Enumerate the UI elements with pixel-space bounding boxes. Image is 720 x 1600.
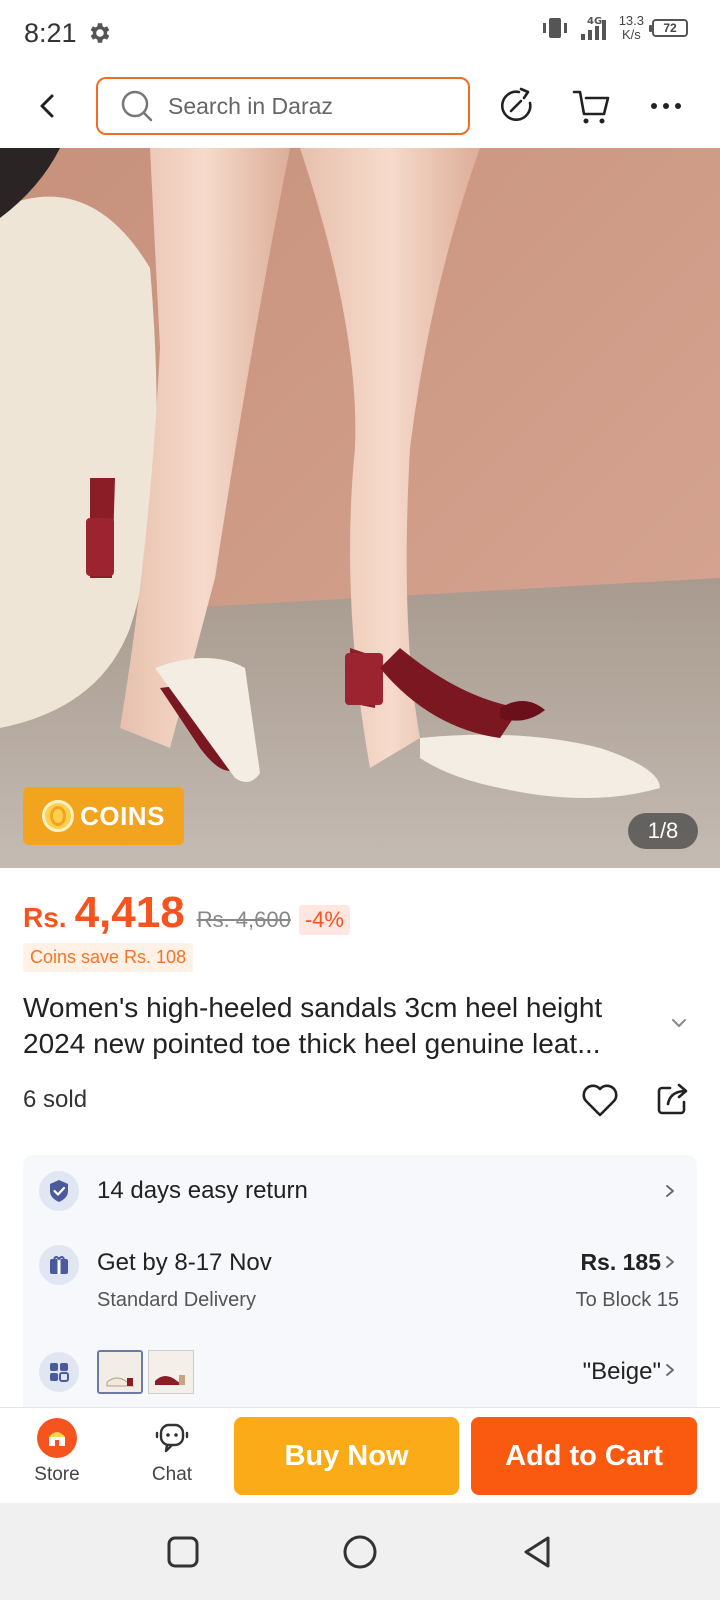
price-currency: Rs. (23, 902, 67, 933)
search-icon (121, 90, 153, 122)
share-icon[interactable] (654, 1080, 692, 1118)
original-price: Rs. 4,600 (196, 907, 291, 932)
search-input[interactable] (168, 92, 438, 120)
delivery-type-text: Standard Delivery (97, 1289, 256, 1311)
settings-gear-icon (90, 23, 110, 43)
vibrate-icon (542, 18, 567, 38)
delivery-date-text: Get by 8-17 Nov (97, 1249, 272, 1276)
status-time: 8:21 (24, 18, 77, 48)
chevron-right-icon (666, 1185, 674, 1197)
coins-save-badge: Coins save Rs. 108 (23, 943, 194, 972)
chat-button[interactable]: Chat (127, 1418, 217, 1498)
add-to-cart-button[interactable]: Add to Cart (471, 1417, 697, 1495)
product-title-line2: 2024 new pointed toe thick heel genuine … (23, 1028, 601, 1059)
bottom-action-bar: Store Chat Buy Now Add to Cart (0, 1407, 720, 1503)
selected-variant: "Beige" (582, 1358, 661, 1385)
store-button[interactable]: Store (12, 1418, 102, 1498)
product-image-gallery[interactable]: COINS 1/8 (0, 148, 720, 868)
variant-thumb-beige[interactable] (97, 1350, 143, 1394)
speed-unit: K/s (621, 27, 641, 42)
shield-check-icon (39, 1171, 79, 1211)
product-title[interactable]: Women's high-heeled sandals 3cm heel hei… (23, 990, 668, 1062)
delivery-box-icon (39, 1245, 79, 1285)
coins-badge: COINS (23, 787, 184, 845)
image-counter: 1/8 (628, 813, 698, 849)
battery-icon: 72 (649, 19, 688, 37)
signal-4g-icon: 4G (580, 16, 606, 40)
system-navigation-bar (0, 1503, 720, 1600)
battery-level: 72 (663, 21, 677, 35)
product-title-line1: Women's high-heeled sandals 3cm heel hei… (23, 992, 603, 1023)
delivery-fee: Rs. 185 (580, 1249, 661, 1275)
current-price: 4,418 (74, 888, 185, 937)
chevron-right-icon (666, 1364, 674, 1376)
variant-thumb-red[interactable] (148, 1350, 194, 1394)
return-policy-row[interactable]: 14 days easy return (23, 1155, 697, 1227)
chat-label: Chat (151, 1464, 193, 1485)
coins-badge-label: COINS (80, 800, 165, 831)
network-type-text: 4G (587, 16, 602, 27)
store-icon (37, 1418, 77, 1458)
status-indicators: 4G 13.3 K/s 72 (541, 14, 688, 42)
network-speed: 13.3 K/s (619, 14, 644, 42)
home-icon[interactable] (341, 1533, 379, 1571)
top-bar (0, 66, 720, 148)
chat-icon (155, 1423, 189, 1453)
delivery-row[interactable]: Get by 8-17 Nov Standard Delivery Rs. 18… (23, 1227, 697, 1327)
chevron-right-icon (666, 1256, 674, 1268)
variant-grid-icon (39, 1352, 79, 1392)
more-options-icon[interactable] (646, 86, 686, 126)
refresh-share-icon[interactable] (497, 86, 537, 126)
speed-value: 13.3 (618, 13, 644, 28)
coin-icon (42, 800, 75, 832)
back-arrow-icon[interactable] (32, 90, 64, 122)
service-info-card: 14 days easy return Get by 8-17 Nov Stan… (23, 1155, 697, 1417)
heart-icon[interactable] (580, 1080, 620, 1120)
store-label: Store (34, 1464, 80, 1485)
price-row: Rs. 4,418 Rs. 4,600 -4% (23, 888, 350, 938)
discount-badge: -4% (298, 905, 350, 935)
chevron-down-icon[interactable] (670, 1014, 688, 1032)
search-box[interactable] (96, 77, 470, 135)
buy-now-button[interactable]: Buy Now (234, 1417, 459, 1495)
cart-icon[interactable] (572, 86, 612, 126)
product-photo (0, 148, 720, 868)
delivery-location: To Block 15 (575, 1289, 679, 1311)
recent-apps-icon[interactable] (164, 1533, 202, 1571)
sold-count: 6 sold (23, 1086, 88, 1113)
back-triangle-icon[interactable] (518, 1533, 556, 1571)
variant-row[interactable]: "Beige" (23, 1350, 697, 1410)
return-policy-text: 14 days easy return (97, 1177, 308, 1204)
status-bar: 8:21 4G 13.3 K/s 72 (0, 0, 720, 66)
